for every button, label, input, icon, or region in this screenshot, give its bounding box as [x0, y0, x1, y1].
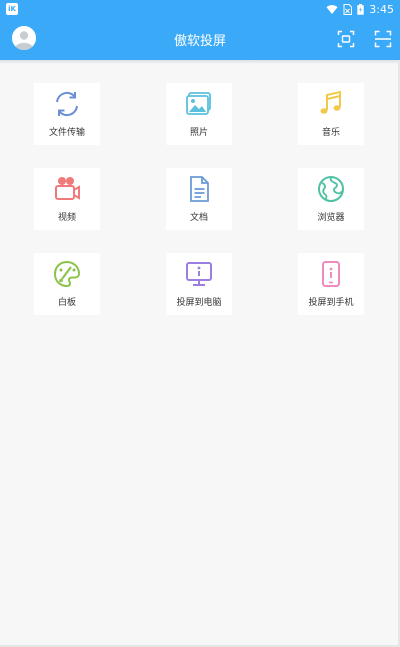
- tile-label: 浏览器: [317, 213, 345, 223]
- scan-button[interactable]: [373, 29, 393, 49]
- music-icon: [320, 90, 341, 114]
- tile-music[interactable]: 音乐: [298, 83, 364, 145]
- tile-browser[interactable]: 浏览器: [298, 168, 364, 230]
- tile-label: 照片: [189, 128, 208, 138]
- monitor-icon: [186, 262, 212, 286]
- status-time: 3:45: [369, 2, 394, 16]
- tile-label: 文档: [189, 213, 208, 223]
- tile-documents[interactable]: 文档: [166, 168, 232, 230]
- avatar-icon: [12, 26, 36, 50]
- app-bar-shadow: [0, 60, 400, 64]
- video-camera-icon: [55, 177, 80, 200]
- tile-video[interactable]: 视频: [34, 168, 100, 230]
- status-bar: iK 3:45: [0, 0, 400, 18]
- globe-icon: [318, 176, 344, 202]
- avatar[interactable]: [12, 26, 36, 50]
- battery-icon: [357, 3, 364, 15]
- tile-label: 投屏到手机: [308, 298, 354, 308]
- document-icon: [190, 176, 209, 202]
- app-notification-icon: iK: [6, 3, 18, 15]
- tile-label: 视频: [57, 213, 76, 223]
- palette-icon: [53, 260, 81, 288]
- phone-icon: [322, 261, 340, 287]
- tile-label: 投屏到电脑: [176, 298, 222, 308]
- tile-label: 音乐: [321, 128, 340, 138]
- tile-file-transfer[interactable]: 文件传输: [34, 83, 100, 145]
- screen-cast-icon: [337, 30, 355, 48]
- tile-label: 文件传输: [48, 128, 85, 138]
- app-bar: 傲软投屏: [0, 18, 400, 60]
- screen-cast-button[interactable]: [336, 29, 356, 49]
- wifi-icon: [326, 5, 338, 14]
- no-sim-icon: [343, 3, 353, 15]
- sync-icon: [56, 91, 78, 117]
- tile-cast-to-pc[interactable]: 投屏到电脑: [166, 253, 232, 315]
- tile-label: 白板: [57, 298, 76, 308]
- tile-photos[interactable]: 照片: [166, 83, 232, 145]
- tile-cast-to-phone[interactable]: 投屏到手机: [298, 253, 364, 315]
- scan-icon: [374, 30, 392, 48]
- photo-icon: [186, 92, 211, 115]
- tile-whiteboard[interactable]: 白板: [34, 253, 100, 315]
